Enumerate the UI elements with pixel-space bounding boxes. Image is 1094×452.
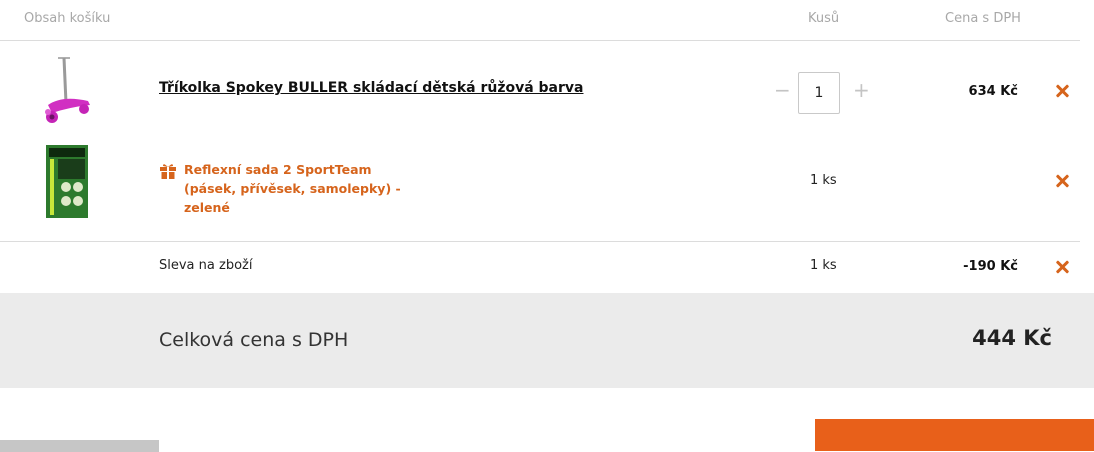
header-price: Cena s DPH — [945, 11, 1021, 26]
product-name-link[interactable]: Tříkolka Spokey BULLER skládací dětská r… — [159, 80, 583, 96]
remove-discount-icon[interactable] — [1054, 259, 1070, 275]
continue-order-button[interactable] — [815, 419, 1094, 451]
back-to-shop-button[interactable] — [0, 440, 159, 452]
cart-header: Obsah košíku Kusů Cena s DPH — [0, 0, 1094, 40]
divider — [0, 40, 1080, 41]
divider — [0, 241, 1080, 242]
discount-quantity: 1 ks — [810, 258, 837, 273]
quantity-input[interactable] — [798, 72, 840, 114]
quantity-decrease-button[interactable]: − — [774, 80, 791, 100]
quantity-increase-button[interactable]: + — [853, 80, 870, 100]
gift-name: Reflexní sada 2 SportTeam (pásek, přívěs… — [184, 162, 401, 215]
discount-price: -190 Kč — [963, 259, 1018, 274]
product-price: 634 Kč — [968, 84, 1018, 99]
header-cart-content: Obsah košíku — [24, 11, 111, 26]
remove-item-icon[interactable] — [1054, 83, 1070, 99]
gift-quantity: 1 ks — [810, 173, 837, 188]
discount-label: Sleva na zboží — [159, 258, 253, 273]
product-image[interactable] — [40, 55, 96, 127]
header-quantity: Kusů — [808, 11, 840, 26]
remove-gift-icon[interactable] — [1054, 173, 1070, 189]
gift-product-image — [46, 145, 88, 218]
total-label: Celková cena s DPH — [159, 329, 349, 351]
total-value: 444 Kč — [972, 326, 1052, 350]
gift-icon — [160, 164, 176, 179]
